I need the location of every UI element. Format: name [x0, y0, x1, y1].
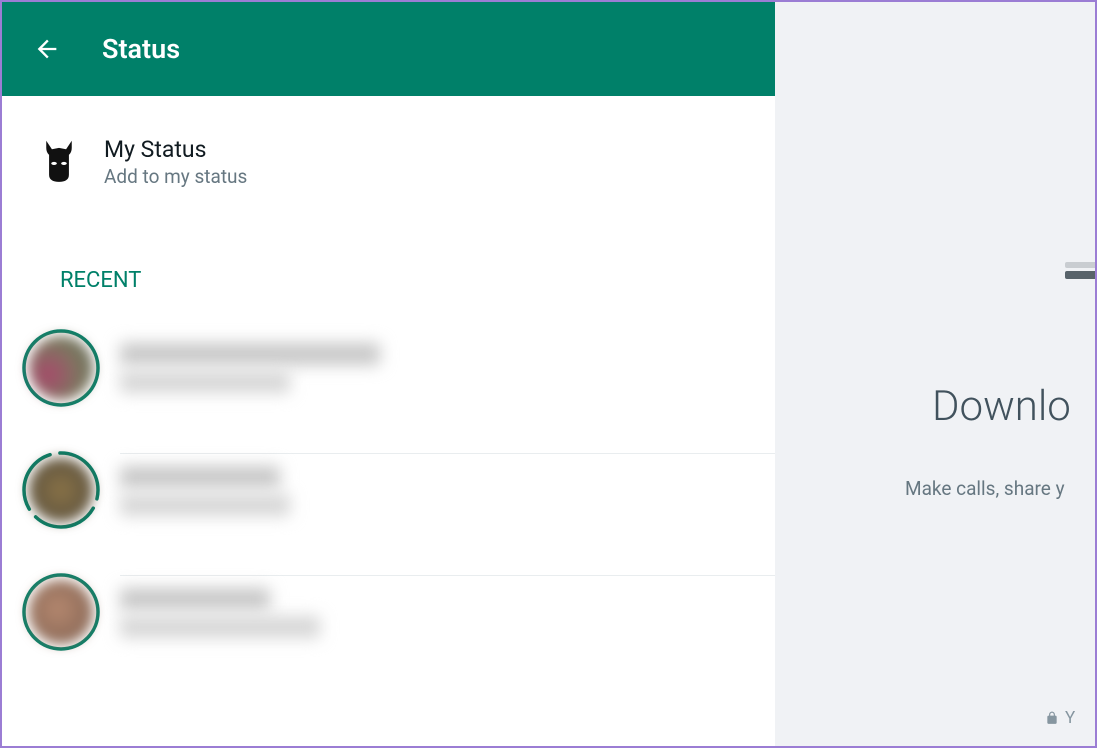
contact-name-blurred [120, 588, 270, 610]
status-avatar-wrap [22, 573, 100, 651]
right-panel-subtitle: Make calls, share y [905, 477, 1065, 500]
contact-avatar [29, 580, 93, 644]
my-status-row[interactable]: My Status Add to my status [2, 96, 775, 218]
contact-avatar [29, 458, 93, 522]
status-time-blurred [120, 616, 320, 638]
status-panel: Status My Status Add to my status RECENT [2, 2, 775, 746]
my-status-text: My Status Add to my status [104, 136, 247, 188]
status-avatar-wrap [22, 451, 100, 529]
header-title: Status [102, 33, 180, 65]
status-info [120, 331, 775, 405]
device-illustration-fragment [1065, 262, 1095, 332]
contact-name-blurred [120, 466, 280, 488]
recent-section-label: RECENT [2, 218, 775, 307]
lock-icon [1045, 711, 1059, 725]
right-placeholder-panel: Downlo Make calls, share y Y [775, 2, 1095, 746]
my-status-avatar [24, 137, 94, 187]
right-panel-footer-text: Y [1065, 708, 1075, 728]
content-area: My Status Add to my status RECENT [2, 96, 775, 746]
my-status-subtitle: Add to my status [104, 165, 247, 188]
arrow-left-icon [33, 35, 61, 63]
status-item[interactable] [22, 551, 775, 673]
recent-status-list [2, 307, 775, 673]
status-info [120, 575, 775, 650]
status-avatar-wrap [22, 329, 100, 407]
header: Status [2, 2, 775, 96]
batman-mask-icon [42, 140, 76, 184]
contact-name-blurred [120, 343, 380, 365]
back-button[interactable] [27, 29, 67, 69]
status-item[interactable] [22, 429, 775, 551]
my-status-title: My Status [104, 136, 247, 163]
right-panel-title: Downlo [932, 382, 1071, 431]
status-item[interactable] [22, 307, 775, 429]
contact-avatar [29, 336, 93, 400]
app-container: Status My Status Add to my status RECENT [2, 2, 1095, 746]
right-panel-footer: Y [1045, 708, 1075, 728]
status-time-blurred [120, 371, 290, 393]
status-time-blurred [120, 494, 290, 516]
status-info [120, 453, 775, 528]
